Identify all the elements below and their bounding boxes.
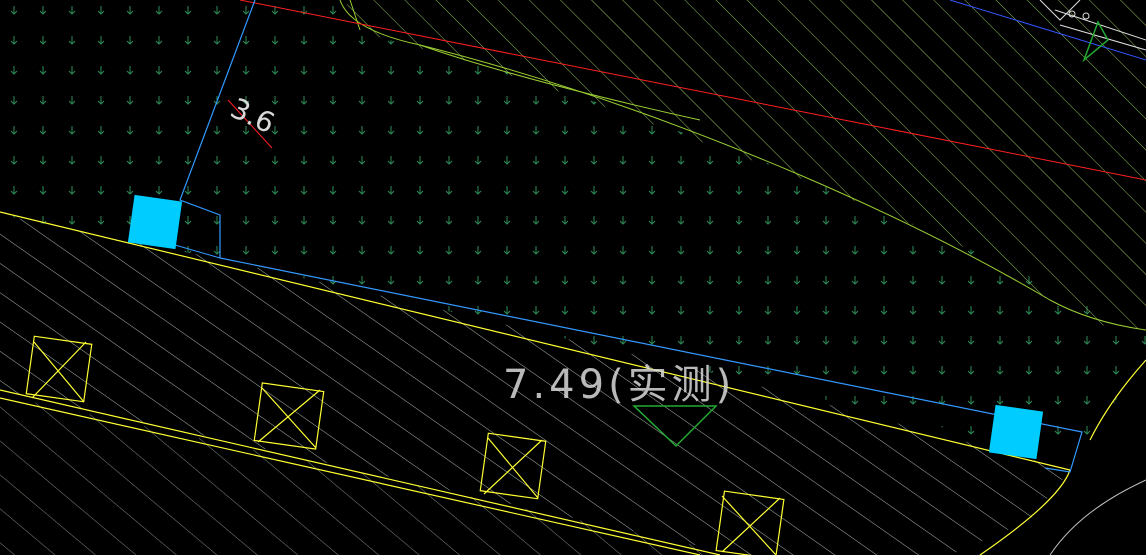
cad-drawing-canvas[interactable]: 3.6 7.49(实测) <box>0 0 1146 555</box>
column-right[interactable] <box>988 404 1044 460</box>
column-left[interactable] <box>127 194 183 250</box>
elevation-label[interactable]: 7.49(实测) <box>503 362 735 408</box>
